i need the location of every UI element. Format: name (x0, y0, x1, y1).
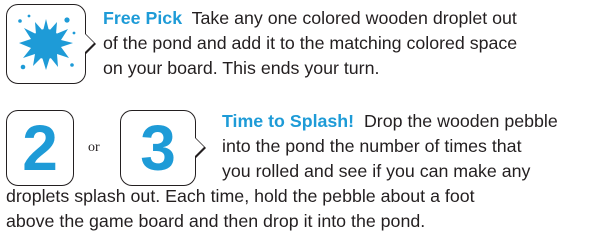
free-pick-line-3: on your board. This ends your turn. (103, 58, 380, 78)
time-to-splash-line-3: you rolled and see if you can make any (222, 161, 531, 181)
splash-icon (18, 14, 76, 70)
splash-icon-box (6, 4, 96, 84)
free-pick-paragraph: Free Pick Take any one colored wooden dr… (103, 6, 601, 81)
number-three-box: 3 (120, 110, 206, 186)
number-three-icon: 3 (140, 112, 176, 184)
time-to-splash-line-4: droplets splash out. Each time, hold the… (6, 186, 475, 206)
time-to-splash-continuation: droplets splash out. Each time, hold the… (6, 184, 596, 234)
time-to-splash-line-1: Drop the wooden pebble (363, 111, 558, 131)
time-to-splash-paragraph: Time to Splash! Drop the wooden pebble in… (222, 109, 601, 184)
time-to-splash-heading: Time to Splash! (222, 111, 355, 131)
number-two-box: 2 (6, 110, 74, 186)
or-label: or (88, 140, 100, 155)
free-pick-heading: Free Pick (103, 8, 183, 28)
number-two-icon: 2 (22, 112, 58, 184)
time-to-splash-line-2: into the pond the number of times that (222, 136, 522, 156)
free-pick-line-2: of the pond and add it to the matching c… (103, 33, 518, 53)
time-to-splash-line-5: above the game board and then drop it in… (6, 211, 426, 231)
free-pick-line-1: Take any one colored wooden droplet out (191, 8, 517, 28)
